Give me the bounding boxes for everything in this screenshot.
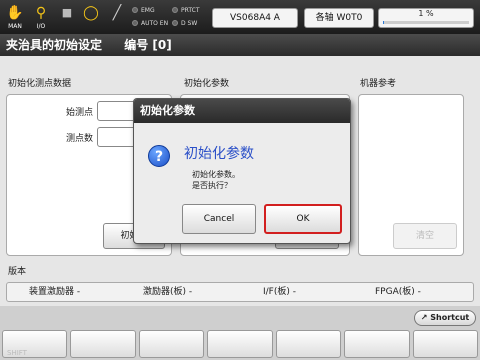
auto-en-led-icon — [132, 20, 138, 26]
start-point-label: 始测点 — [65, 108, 93, 118]
version-item: I/F(板) - — [263, 287, 296, 297]
speed-progress[interactable]: 1 % — [378, 8, 474, 28]
version-title: 版本 — [8, 267, 27, 277]
prtct-indicator: PRTCT — [172, 5, 200, 15]
version-item: 激励器(板) - — [143, 287, 193, 297]
io-icon[interactable]: ⚲ I/O — [30, 3, 52, 31]
axis-field[interactable]: 各轴 W0T0 — [304, 8, 374, 28]
dialog-message: 初始化参数。 是否执行？ — [192, 170, 240, 190]
fkey-1[interactable] — [70, 330, 136, 358]
dialog-heading: 初始化参数 — [184, 146, 254, 162]
progress-fill — [383, 21, 384, 24]
shortcut-button[interactable]: ↗ Shortcut — [414, 310, 476, 326]
version-item: 装置激励器 - — [29, 287, 81, 297]
fkey-6[interactable] — [412, 330, 478, 358]
point-count-label: 测点数 — [65, 134, 93, 144]
prtct-led-icon — [172, 7, 178, 13]
init-params-title: 初始化参数 — [184, 79, 230, 89]
version-row: 装置激励器 - 激励器(板) - I/F(板) - FPGA(板) - — [6, 282, 474, 302]
page-title: 夹治具的初始设定 — [6, 38, 103, 52]
status-bar: ✋ MAN ⚲ I/O ■ ◯ ╱ EMG PRTCT AUTO EN D SW… — [0, 0, 480, 34]
device-ref-title: 机器参考 — [360, 79, 397, 89]
bulb-icon[interactable]: ◯ — [80, 3, 102, 31]
fkey-3[interactable] — [207, 330, 273, 358]
fkey-2[interactable] — [138, 330, 205, 358]
dialog-title: 初始化参数 — [134, 99, 350, 123]
clear-button[interactable]: 清空 — [393, 223, 457, 249]
page-number: 编号 [0] — [124, 38, 172, 52]
page-title-bar: 夹治具的初始设定 编号 [0] — [0, 34, 480, 56]
progress-bar — [383, 21, 469, 24]
auto-en-indicator: AUTO EN — [132, 18, 168, 28]
function-key-bar: SHIFT — [0, 328, 480, 360]
init-measure-title: 初始化测点数据 — [8, 79, 72, 89]
program-field[interactable]: VS068A4 A — [212, 8, 298, 28]
cancel-button[interactable]: Cancel — [182, 204, 256, 234]
emg-led-icon — [132, 7, 138, 13]
shortcut-icon: ↗ — [420, 313, 431, 322]
question-icon: ? — [148, 145, 170, 167]
fkey-5[interactable] — [344, 330, 410, 358]
device-ref-panel: 清空 — [358, 94, 464, 256]
man-mode-icon[interactable]: ✋ MAN — [4, 3, 26, 31]
stop-icon[interactable]: ■ — [56, 3, 78, 31]
confirm-dialog: 初始化参数 ? 初始化参数 初始化参数。 是否执行？ Cancel OK — [133, 98, 351, 244]
fkey-shift[interactable]: SHIFT — [2, 330, 68, 358]
dsw-led-icon — [172, 20, 178, 26]
dsw-indicator: D SW — [172, 18, 197, 28]
fkey-4[interactable] — [275, 330, 342, 358]
emg-indicator: EMG — [132, 5, 155, 15]
ok-button[interactable]: OK — [264, 204, 342, 234]
version-item: FPGA(板) - — [375, 287, 421, 297]
tool-icon[interactable]: ╱ — [106, 3, 128, 31]
